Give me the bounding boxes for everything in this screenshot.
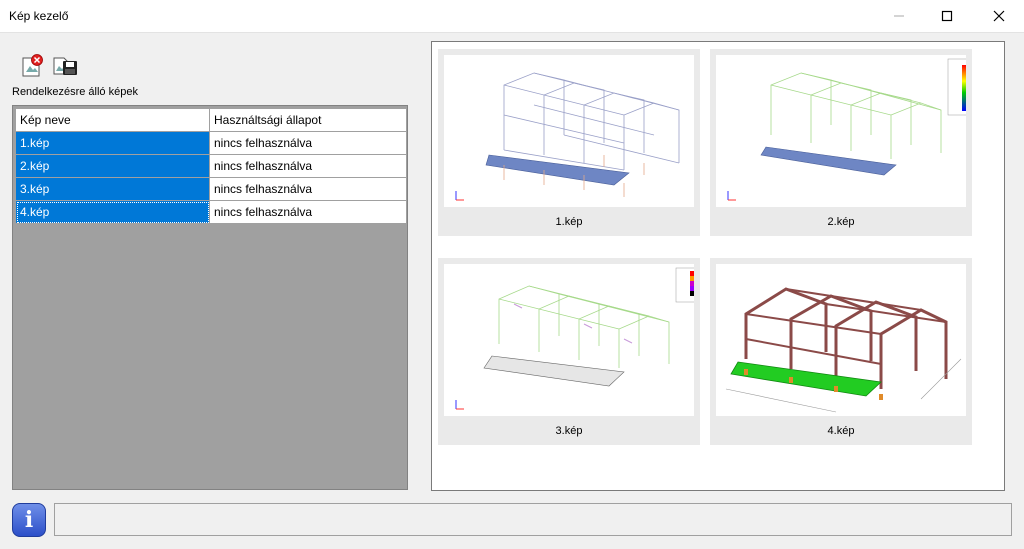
delete-image-button[interactable] [20, 54, 44, 78]
image-thumbnail[interactable]: 3.kép [438, 258, 700, 445]
thumbnail-caption: 4.kép [827, 425, 855, 437]
maximize-button[interactable] [924, 0, 970, 32]
close-button[interactable] [976, 0, 1022, 32]
image-status-cell[interactable]: nincs felhasználva [209, 154, 407, 178]
title-divider [0, 32, 1024, 33]
image-thumbnail[interactable]: 4.kép [710, 258, 972, 445]
images-table: Kép neve Használtsági állapot 1.kép ninc… [12, 105, 408, 490]
table-row[interactable]: 3.kép nincs felhasználva [15, 177, 407, 201]
close-icon [993, 10, 1005, 22]
delete-image-icon [22, 54, 43, 77]
available-images-label: Rendelkezésre álló képek [12, 86, 138, 98]
column-header-status[interactable]: Használtsági állapot [209, 108, 407, 132]
status-message-field [54, 503, 1012, 536]
image-thumbnail[interactable]: 1.kép [438, 49, 700, 236]
image-status-cell[interactable]: nincs felhasználva [209, 200, 407, 224]
structure-image [716, 264, 966, 416]
save-image-icon [53, 57, 77, 75]
image-name-cell[interactable]: 3.kép [15, 177, 210, 201]
thumbnail-caption: 1.kép [555, 216, 583, 228]
image-name-cell[interactable]: 4.kép [15, 200, 210, 224]
table-row[interactable]: 4.kép nincs felhasználva [15, 200, 407, 224]
image-thumbnail[interactable]: 2.kép [710, 49, 972, 236]
structure-image [716, 55, 966, 207]
window-title: Kép kezelő [9, 9, 69, 23]
maximize-icon [941, 10, 953, 22]
minimize-icon [894, 15, 904, 17]
save-image-button[interactable] [52, 54, 77, 78]
image-name-cell[interactable]: 2.kép [15, 154, 210, 178]
minimize-button[interactable] [876, 0, 922, 32]
column-header-name[interactable]: Kép neve [15, 108, 210, 132]
image-name-cell[interactable]: 1.kép [15, 131, 210, 155]
thumbnail-caption: 2.kép [827, 216, 855, 228]
table-row[interactable]: 1.kép nincs felhasználva [15, 131, 407, 155]
table-row[interactable]: 2.kép nincs felhasználva [15, 154, 407, 178]
structure-image [444, 55, 694, 207]
title-bar: Kép kezelő [0, 0, 1024, 32]
preview-panel: 1.kép 2.kép 3.kép 4.kép [431, 41, 1005, 491]
image-status-cell[interactable]: nincs felhasználva [209, 131, 407, 155]
structure-image [444, 264, 694, 416]
info-icon[interactable]: i [12, 503, 46, 537]
thumbnail-caption: 3.kép [555, 425, 583, 437]
image-status-cell[interactable]: nincs felhasználva [209, 177, 407, 201]
